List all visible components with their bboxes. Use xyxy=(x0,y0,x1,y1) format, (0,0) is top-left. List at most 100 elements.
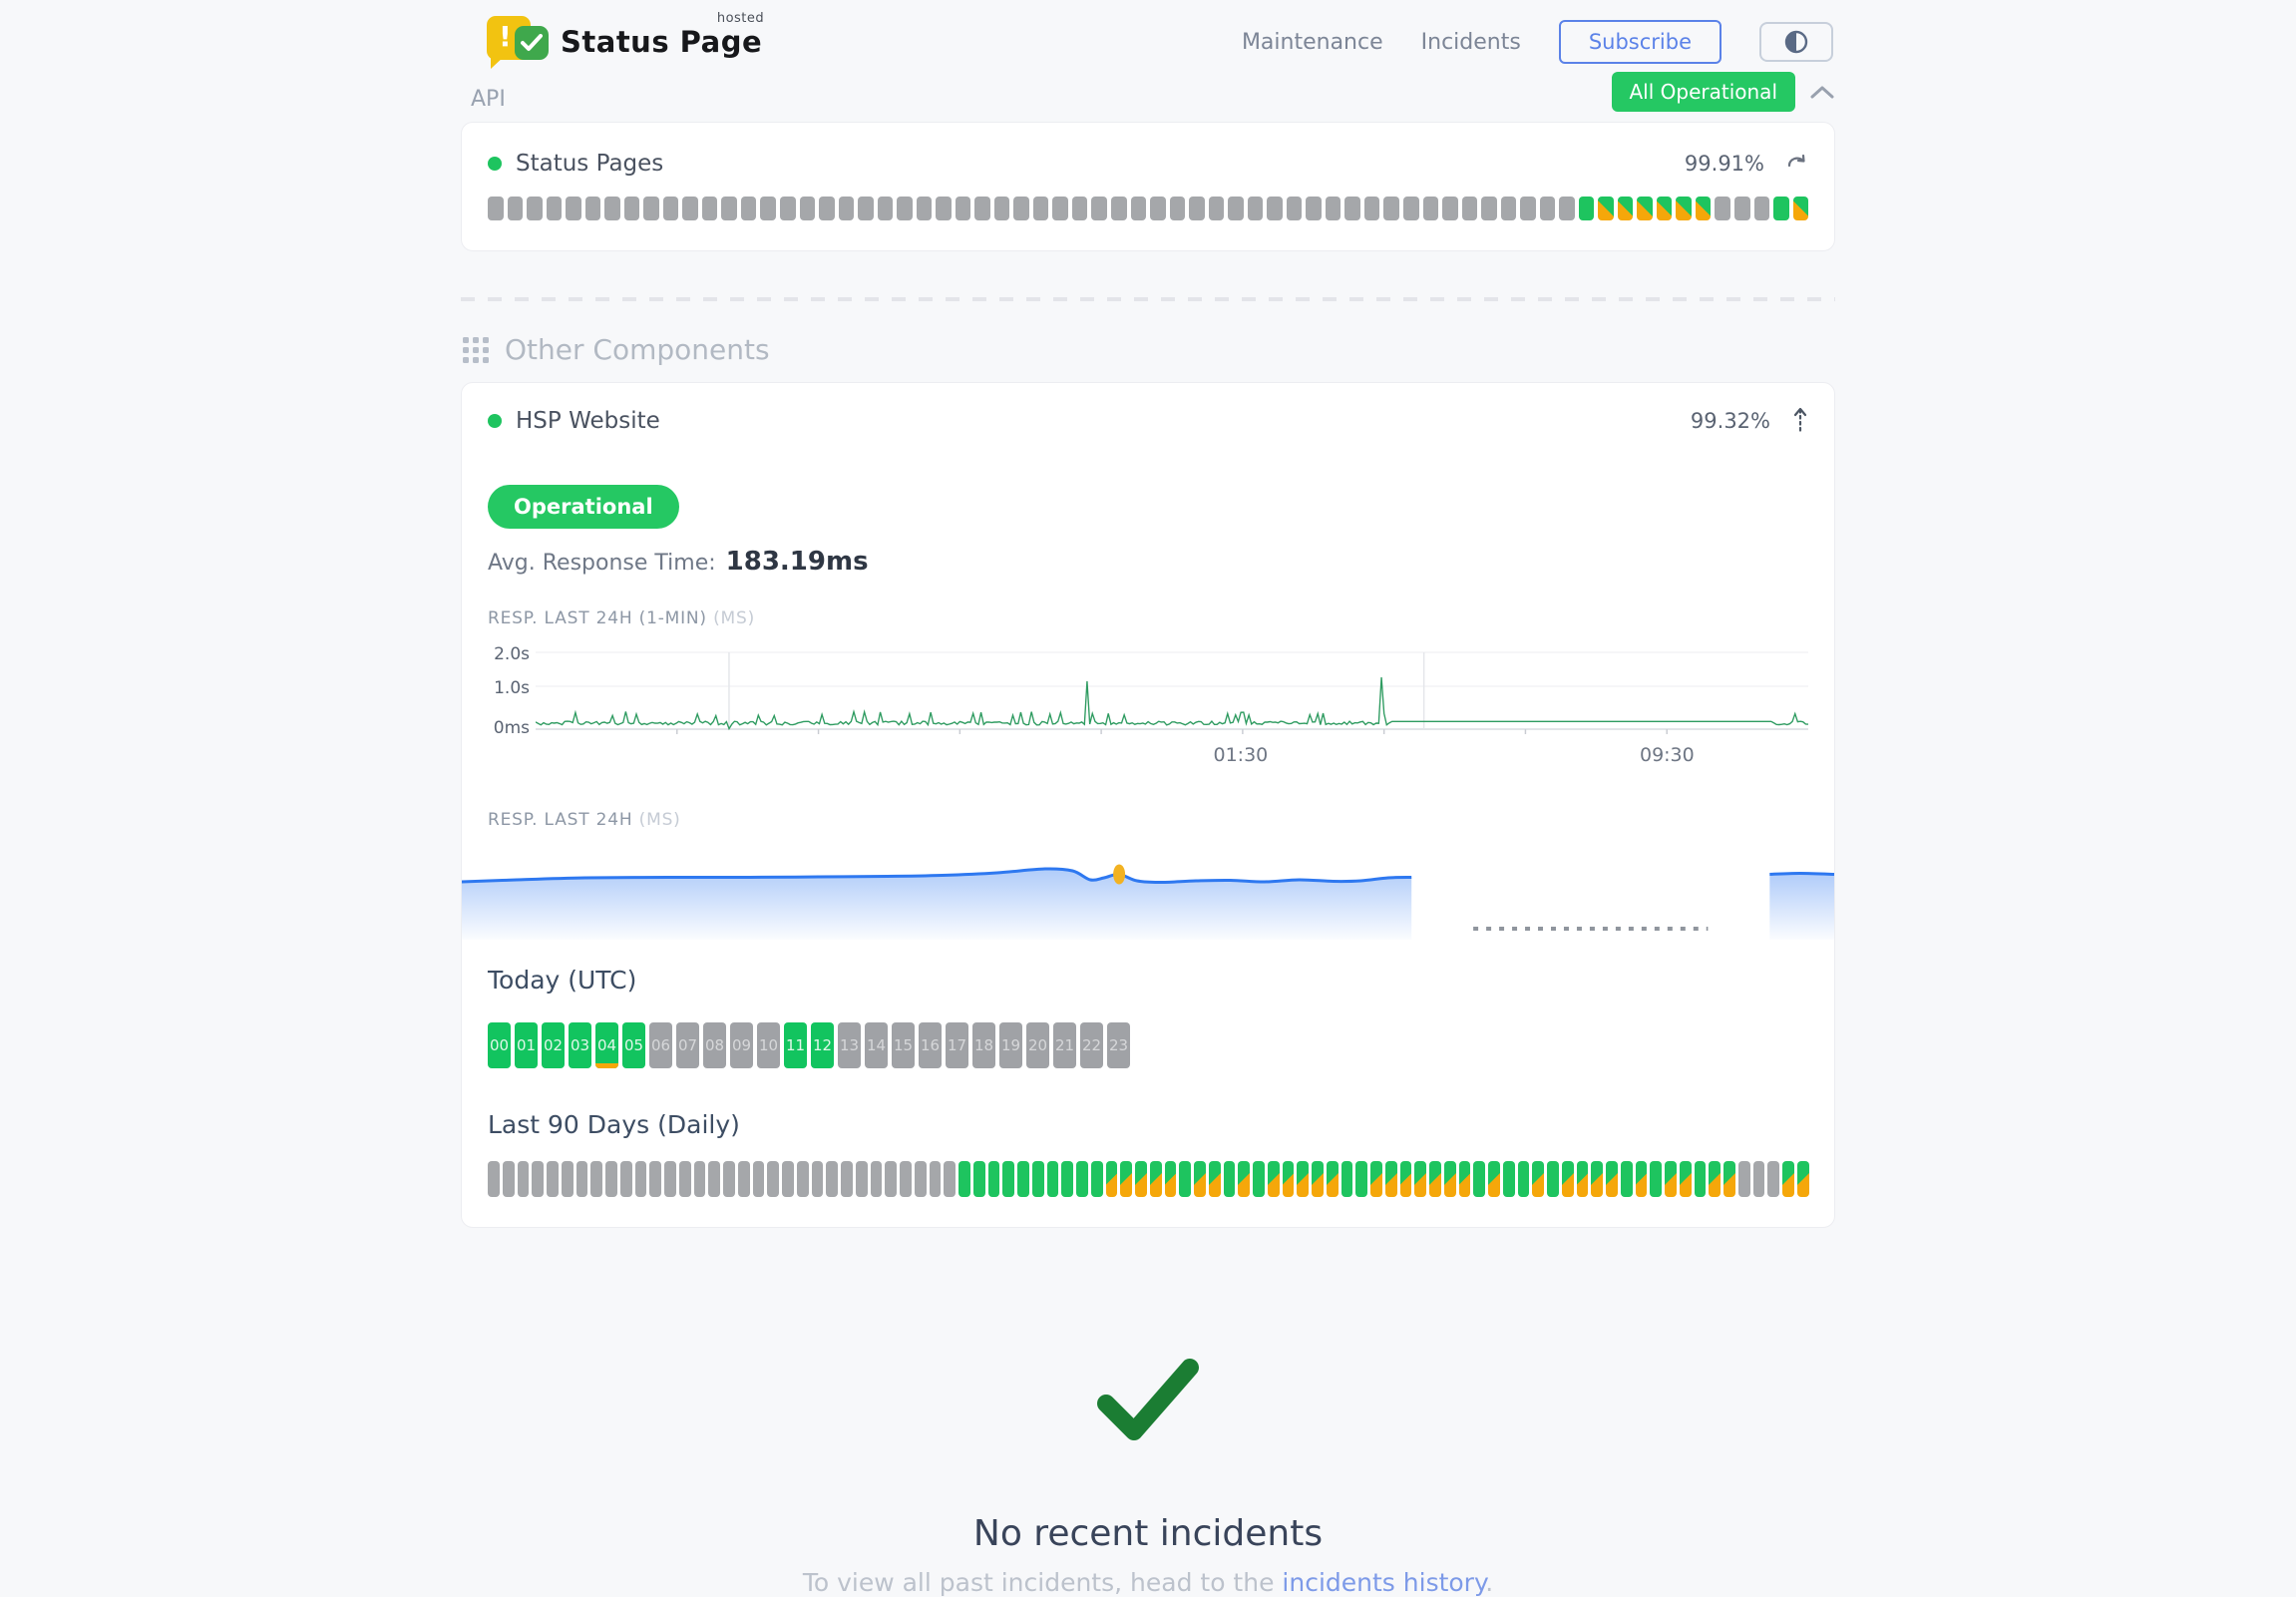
status-dot xyxy=(488,157,502,171)
hour-label: 08 xyxy=(705,1036,724,1054)
daily-uptime-bar xyxy=(871,1161,883,1197)
hour-label: 07 xyxy=(678,1036,697,1054)
highlight-marker xyxy=(1113,865,1125,885)
theme-toggle-button[interactable] xyxy=(1759,22,1833,62)
uptime-bar xyxy=(1267,197,1283,220)
uptime-bar xyxy=(1111,197,1127,220)
nav-incidents[interactable]: Incidents xyxy=(1421,30,1521,55)
brand-superscript: hosted xyxy=(717,11,764,26)
nav-maintenance[interactable]: Maintenance xyxy=(1242,30,1383,55)
check-square-icon xyxy=(515,26,549,60)
exclamation-glyph: ! xyxy=(499,20,512,53)
daily-uptime-bar xyxy=(1297,1161,1309,1197)
daily-uptime-bar xyxy=(532,1161,544,1197)
status-dot xyxy=(488,414,502,428)
uptime-bar xyxy=(819,197,835,220)
daily-uptime-bar xyxy=(1695,1161,1707,1197)
chevron-up-icon[interactable] xyxy=(1809,84,1835,100)
daily-uptime-bar xyxy=(1650,1161,1662,1197)
resp-1min-chart-label: RESP. LAST 24H (1-MIN) (MS) xyxy=(488,608,1808,628)
brand-title: Status Page hosted xyxy=(561,25,762,59)
uptime-bar xyxy=(1150,197,1166,220)
daily-uptime-bar xyxy=(1150,1161,1162,1197)
uptime-bar xyxy=(1657,197,1673,220)
daily-uptime-bar xyxy=(1341,1161,1353,1197)
daily-uptime-bar xyxy=(1562,1161,1574,1197)
daily-uptime-bar xyxy=(782,1161,794,1197)
daily-uptime-bar xyxy=(708,1161,720,1197)
uptime-bar xyxy=(1383,197,1399,220)
today-hours-row: 0001020304050607080910111213141516171819… xyxy=(488,1022,1808,1068)
y-tick-2s: 2.0s xyxy=(494,644,530,664)
y-tick-0ms: 0ms xyxy=(494,718,530,738)
daily-uptime-bar xyxy=(1753,1161,1765,1197)
hour-box-20: 20 xyxy=(1026,1022,1049,1068)
hour-box-00: 00 xyxy=(488,1022,511,1068)
component-row: HSP Website 99.32% xyxy=(462,383,1834,435)
brand-logo[interactable]: ! Status Page hosted xyxy=(487,14,762,70)
daily-uptime-bar xyxy=(958,1161,970,1197)
daily-uptime-bar xyxy=(1429,1161,1441,1197)
daily-uptime-bar xyxy=(562,1161,574,1197)
overall-status-badge: All Operational xyxy=(1612,72,1796,112)
daily-uptime-bar xyxy=(826,1161,838,1197)
last-90-days-bar-row xyxy=(488,1161,1808,1197)
daily-uptime-bar xyxy=(1723,1161,1735,1197)
daily-uptime-bar xyxy=(1017,1161,1029,1197)
x-axis-labels: 01:30 09:30 xyxy=(536,740,1808,770)
daily-uptime-bar xyxy=(1503,1161,1515,1197)
uptime-bar xyxy=(1423,197,1439,220)
daily-uptime-bar xyxy=(1047,1161,1059,1197)
uptime-bar xyxy=(721,197,737,220)
hour-label: 11 xyxy=(786,1036,805,1054)
daily-uptime-bar xyxy=(590,1161,602,1197)
refresh-icon[interactable] xyxy=(1786,154,1808,174)
uptime-bar xyxy=(1559,197,1575,220)
subscribe-button[interactable]: Subscribe xyxy=(1559,20,1722,64)
hsp-website-card: HSP Website 99.32% Operational Avg. Resp… xyxy=(461,382,1835,1228)
daily-uptime-bar xyxy=(1782,1161,1794,1197)
uptime-bar xyxy=(1754,197,1770,220)
uptime-bar xyxy=(1520,197,1536,220)
hour-label: 05 xyxy=(624,1036,643,1054)
hour-box-12: 12 xyxy=(811,1022,834,1068)
speech-bubble-tail xyxy=(491,56,505,69)
response-area-chart[interactable] xyxy=(462,840,1834,940)
uptime-bar xyxy=(760,197,776,220)
status-page-logo-icon: ! xyxy=(487,14,549,70)
daily-uptime-bar xyxy=(576,1161,588,1197)
daily-uptime-bar xyxy=(1797,1161,1809,1197)
grid-icon xyxy=(463,337,489,363)
hour-box-09: 09 xyxy=(730,1022,753,1068)
daily-uptime-bar xyxy=(1370,1161,1382,1197)
hour-box-11: 11 xyxy=(784,1022,807,1068)
uptime-bar xyxy=(974,197,990,220)
chart-unit: (MS) xyxy=(639,810,681,830)
uptime-bar xyxy=(1734,197,1750,220)
hour-box-23: 23 xyxy=(1107,1022,1130,1068)
big-check-icon xyxy=(1092,1356,1204,1447)
daily-uptime-bar xyxy=(812,1161,824,1197)
api-uptime-bar-row xyxy=(488,197,1808,220)
hour-label: 09 xyxy=(732,1036,751,1054)
uptime-bar xyxy=(1793,197,1809,220)
daily-uptime-bar xyxy=(1312,1161,1324,1197)
hour-box-01: 01 xyxy=(515,1022,538,1068)
hour-box-04: 04 xyxy=(595,1022,618,1068)
daily-uptime-bar xyxy=(1767,1161,1779,1197)
component-name: Status Pages xyxy=(516,151,663,177)
uptime-bar xyxy=(527,197,543,220)
uptime-bar xyxy=(1442,197,1458,220)
uptime-bar xyxy=(663,197,679,220)
section-divider xyxy=(461,297,1835,301)
daily-uptime-bar xyxy=(1621,1161,1633,1197)
hour-label: 02 xyxy=(544,1036,563,1054)
incidents-history-link[interactable]: incidents history xyxy=(1282,1568,1485,1597)
no-incidents-subtext: To view all past incidents, head to the … xyxy=(461,1568,1835,1597)
daily-uptime-bar xyxy=(753,1161,765,1197)
uptime-bar xyxy=(1326,197,1341,220)
daily-uptime-bar xyxy=(915,1161,927,1197)
line-chart-plot-area[interactable] xyxy=(536,642,1808,740)
uptime-bar xyxy=(682,197,698,220)
daily-uptime-bar xyxy=(797,1161,809,1197)
